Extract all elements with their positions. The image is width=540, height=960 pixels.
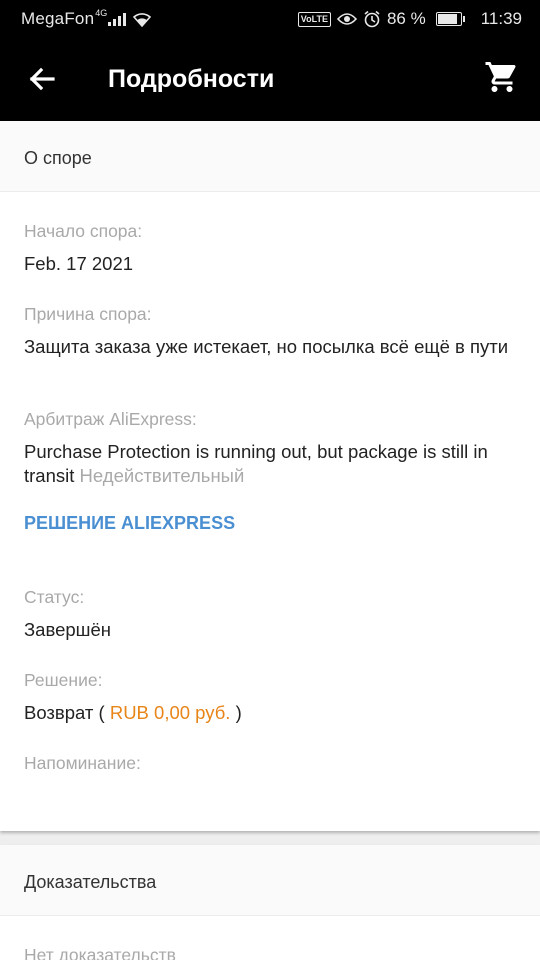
dispute-start-label: Начало спора: — [24, 221, 143, 241]
status-bar: MegaFon 4G VoLTE 86 % 11:39 — [0, 0, 540, 37]
evidence-empty-text: Нет доказательств — [24, 945, 176, 960]
arbitration-label: Арбитраж AliExpress: — [24, 409, 197, 429]
aliexpress-decision-link[interactable]: РЕШЕНИЕ ALIEXPRESS — [24, 513, 235, 534]
battery-percent: 86 % — [386, 9, 426, 28]
dispute-reason-label: Причина спора: — [24, 304, 152, 324]
signal-icon — [108, 12, 127, 26]
network-type: 4G — [95, 8, 108, 18]
carrier-name: MegaFon — [21, 9, 95, 28]
wifi-icon — [133, 13, 152, 27]
status-label: Статус: — [24, 587, 85, 607]
evidence-section-title: Доказательства — [0, 845, 540, 916]
status-right: VoLTE 86 % 11:39 — [297, 9, 522, 29]
arbitration-value: Purchase Protection is running out, but … — [24, 440, 524, 488]
dispute-section-title: О споре — [0, 121, 540, 192]
dispute-start-value: Feb. 17 2021 — [24, 253, 134, 274]
clock: 11:39 — [480, 9, 522, 28]
resolution-value: Возврат ( RUB 0,00 руб. ) — [24, 701, 242, 725]
dispute-card: О споре Начало спора: Feb. 17 2021 Причи… — [0, 121, 540, 831]
dispute-reason-value: Защита заказа уже истекает, но посылка в… — [24, 336, 509, 357]
cart-icon[interactable] — [484, 59, 520, 95]
resolution-prefix: Возврат ( — [24, 702, 105, 723]
volte-badge: VoLTE — [297, 11, 331, 27]
resolution-suffix: ) — [235, 702, 242, 723]
app-bar: Подробности — [0, 37, 540, 121]
arrow-back-icon[interactable] — [26, 63, 58, 95]
arbitration-status: Недействительный — [79, 465, 245, 486]
status-value: Завершён — [24, 619, 112, 640]
reminder-label: Напоминание: — [24, 753, 141, 773]
resolution-label: Решение: — [24, 670, 103, 690]
battery-icon — [435, 12, 465, 26]
eye-icon — [336, 13, 357, 25]
status-left: MegaFon 4G — [21, 8, 152, 29]
refund-amount: RUB 0,00 руб. — [109, 702, 231, 723]
evidence-card: Доказательства Нет доказательств — [0, 845, 540, 960]
alarm-icon — [364, 10, 380, 28]
page-title: Подробности — [108, 65, 275, 93]
